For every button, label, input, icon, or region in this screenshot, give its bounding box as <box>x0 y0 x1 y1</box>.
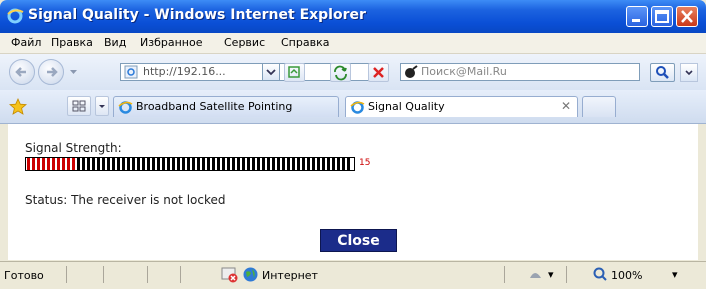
popup-blocked-icon[interactable] <box>221 266 238 283</box>
maximize-button[interactable] <box>651 6 673 27</box>
address-dropdown-button[interactable] <box>262 63 280 81</box>
forward-arrow-icon <box>47 67 58 77</box>
search-button[interactable] <box>650 63 675 82</box>
ie-logo-icon <box>7 8 24 24</box>
menu-file[interactable]: Файл <box>11 36 41 49</box>
tab-label: Broadband Satellite Pointing <box>136 100 293 113</box>
search-icon <box>656 66 669 79</box>
security-zone-label: Интернет <box>262 269 318 282</box>
tab-bar: Broadband Satellite Pointing Signal Qual… <box>0 90 706 124</box>
status-bar: Готово Интернет ▾ 100% ▾ <box>0 261 706 289</box>
minimize-icon <box>632 19 640 22</box>
url-text: http://192.16... <box>143 65 226 78</box>
signal-strength-label: Signal Strength: <box>25 141 122 155</box>
back-button[interactable] <box>9 59 35 85</box>
zoom-level[interactable]: 100% <box>611 269 642 282</box>
stop-icon <box>373 67 384 78</box>
zoom-icon[interactable] <box>592 266 609 283</box>
menu-favorites[interactable]: Избранное <box>140 36 202 49</box>
chevron-down-icon <box>685 70 693 76</box>
compatibility-icon <box>288 66 300 78</box>
window-close-button[interactable] <box>676 6 698 27</box>
favorites-star-icon[interactable] <box>9 98 27 115</box>
status-divider <box>147 266 148 283</box>
search-input[interactable]: Поиск@Mail.Ru <box>400 63 640 81</box>
tab-grid-icon <box>72 100 86 112</box>
status-divider <box>504 266 505 283</box>
chevron-down-icon <box>99 105 105 108</box>
tab-close-icon[interactable]: ✕ <box>561 99 571 113</box>
chevron-down-icon[interactable]: ▾ <box>548 268 554 281</box>
compatibility-button[interactable] <box>284 63 305 82</box>
minimize-button[interactable] <box>626 6 648 27</box>
quick-tabs-button[interactable] <box>67 96 91 116</box>
status-divider <box>103 266 104 283</box>
close-icon <box>681 10 693 23</box>
signal-strength-value: 15 <box>359 158 371 168</box>
chevron-down-icon[interactable]: ▾ <box>672 268 678 281</box>
address-toolbar: http://192.16... Поиск@Mail.Ru <box>0 54 706 90</box>
mailru-logo-icon <box>405 65 418 78</box>
maximize-icon <box>655 10 669 23</box>
back-arrow-icon <box>15 67 26 77</box>
menu-edit[interactable]: Правка <box>51 36 93 49</box>
refresh-button[interactable] <box>330 63 351 82</box>
globe-icon <box>243 267 258 282</box>
forward-button[interactable] <box>38 59 64 85</box>
ie-page-icon <box>350 101 365 114</box>
history-dropdown-icon[interactable] <box>69 67 78 76</box>
menu-tools[interactable]: Сервис <box>224 36 265 49</box>
title-bar: Signal Quality - Windows Internet Explor… <box>0 0 706 33</box>
refresh-icon <box>334 65 347 81</box>
page-icon <box>124 65 138 79</box>
receiver-status: Status: The receiver is not locked <box>25 193 226 207</box>
search-dropdown-button[interactable] <box>680 63 698 82</box>
search-placeholder: Поиск@Mail.Ru <box>421 65 507 78</box>
tab-signal-quality[interactable]: Signal Quality ✕ <box>345 96 578 117</box>
chevron-down-icon <box>266 69 276 76</box>
new-tab-button[interactable] <box>582 96 616 117</box>
status-divider <box>566 266 567 283</box>
protected-mode-icon[interactable] <box>527 266 544 283</box>
page-content: Signal Strength: 15 Status: The receiver… <box>8 124 698 260</box>
menu-bar: Файл Правка Вид Избранное Сервис Справка <box>0 33 706 54</box>
menu-view[interactable]: Вид <box>104 36 126 49</box>
menu-help[interactable]: Справка <box>281 36 329 49</box>
status-divider <box>180 266 181 283</box>
signal-meter-frame <box>25 157 355 171</box>
browser-window: Signal Quality - Windows Internet Explor… <box>0 0 706 289</box>
stop-button[interactable] <box>368 63 389 82</box>
tab-list-button[interactable] <box>95 96 109 116</box>
window-title: Signal Quality - Windows Internet Explor… <box>28 7 366 23</box>
tab-label: Signal Quality <box>368 100 445 113</box>
status-text: Готово <box>4 269 44 282</box>
status-divider <box>66 266 67 283</box>
ie-page-icon <box>118 101 133 114</box>
close-button[interactable]: Close <box>320 229 397 252</box>
tab-broadband-satellite-pointing[interactable]: Broadband Satellite Pointing <box>113 96 339 117</box>
